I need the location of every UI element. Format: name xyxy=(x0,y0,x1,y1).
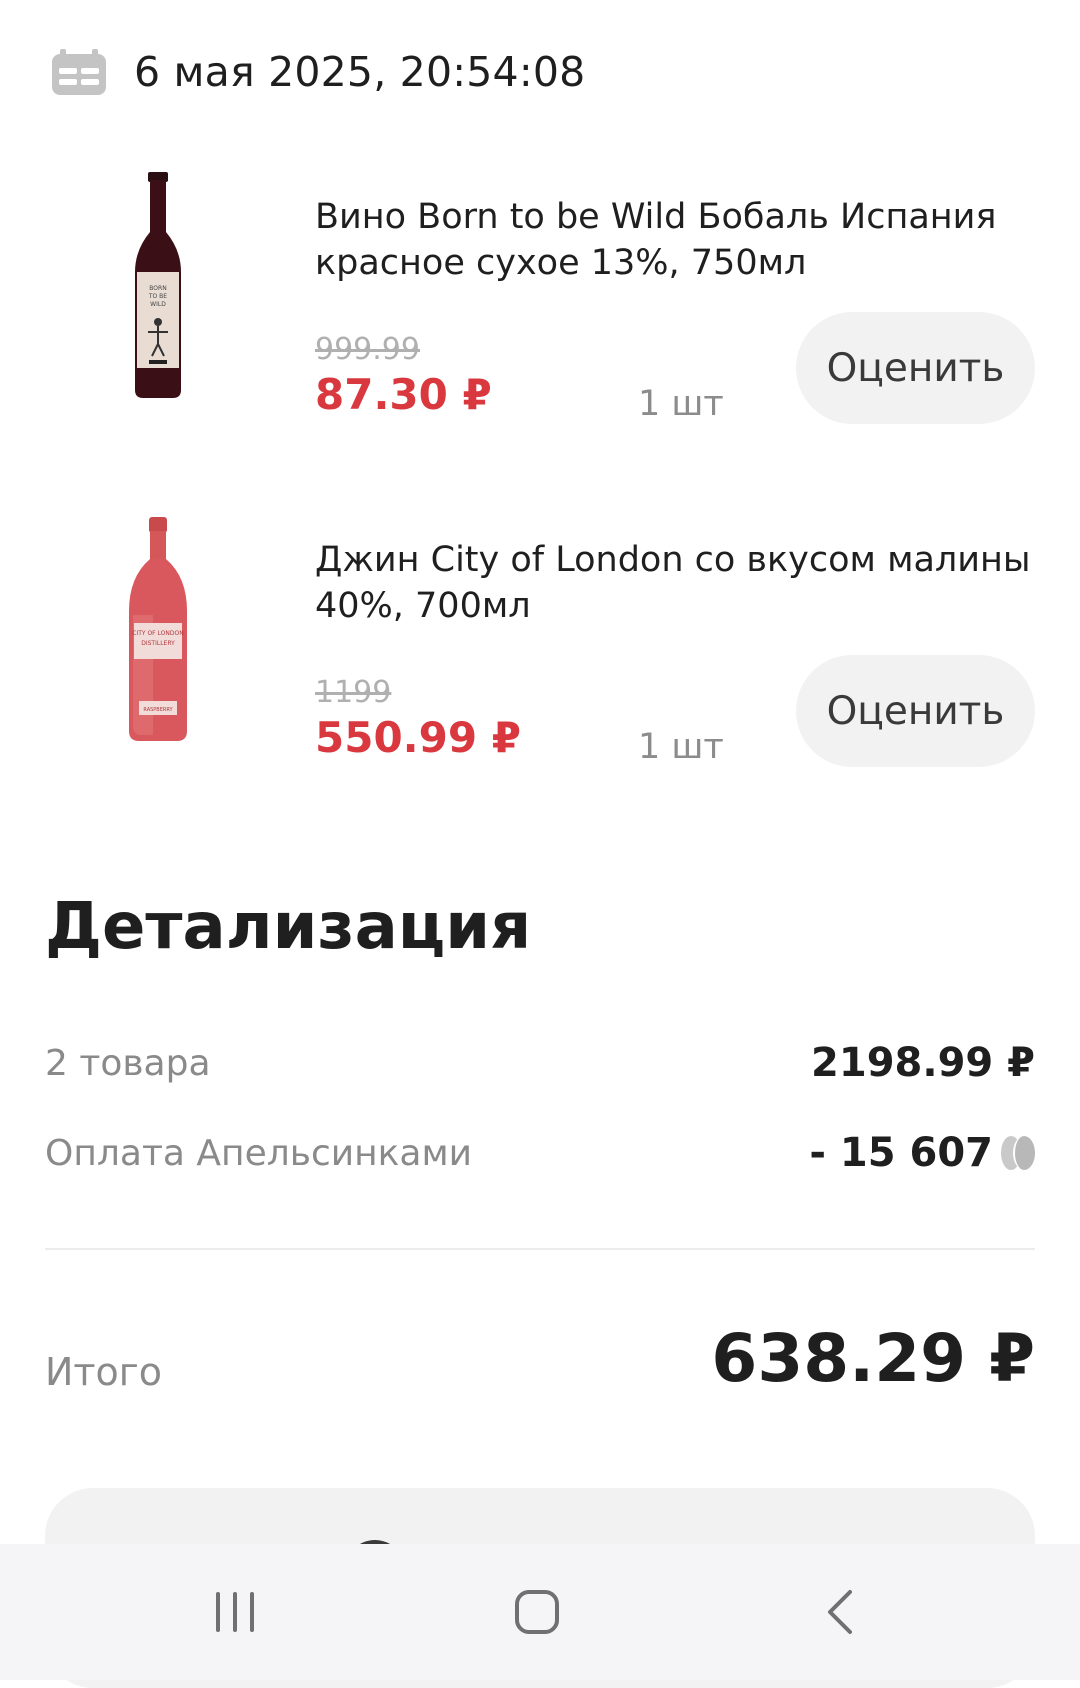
wine-bottle-image: BORN TO BE WILD xyxy=(95,172,220,422)
total-value: 638.29 ₽ xyxy=(711,1320,1035,1397)
svg-text:TO BE: TO BE xyxy=(147,293,166,300)
recent-apps-button[interactable] xyxy=(155,1544,315,1680)
item-quantity: 1 шт xyxy=(638,727,724,767)
row-value: - 15 607 xyxy=(809,1130,993,1176)
item-old-price: 999.99 xyxy=(315,332,420,367)
svg-text:DISTILLERY: DISTILLERY xyxy=(141,640,175,647)
back-button[interactable] xyxy=(760,1544,920,1680)
order-item: BORN TO BE WILD Вино Born to be Wild Боб… xyxy=(0,172,1080,472)
divider xyxy=(45,1248,1035,1250)
row-label: 2 товара xyxy=(45,1042,211,1084)
order-date: 6 мая 2025, 20:54:08 xyxy=(134,48,586,96)
details-heading: Детализация xyxy=(45,890,532,964)
item-price: 87.30 ₽ xyxy=(315,370,492,419)
details-row-items: 2 товара 2198.99 ₽ xyxy=(45,1040,1035,1086)
item-quantity: 1 шт xyxy=(638,384,724,424)
order-date-row: 6 мая 2025, 20:54:08 xyxy=(52,44,585,100)
rate-button[interactable]: Оценить xyxy=(796,655,1035,767)
row-value-wrapper: - 15 607 xyxy=(809,1130,1035,1176)
svg-text:WILD: WILD xyxy=(150,301,166,308)
order-item: CITY OF LONDON DISTILLERY RASPBERRY Джин… xyxy=(0,515,1080,815)
item-title[interactable]: Вино Born to be Wild Бобаль Испания крас… xyxy=(315,194,1045,286)
coin-icon xyxy=(1001,1134,1035,1172)
home-icon xyxy=(515,1590,559,1634)
calendar-icon xyxy=(52,49,106,95)
back-icon xyxy=(828,1590,852,1634)
system-navigation-bar xyxy=(0,1544,1080,1680)
details-row-oranges-payment: Оплата Апельсинками - 15 607 xyxy=(45,1130,1035,1176)
svg-text:CITY OF LONDON: CITY OF LONDON xyxy=(132,630,183,637)
recent-apps-icon xyxy=(216,1592,254,1632)
rate-button[interactable]: Оценить xyxy=(796,312,1035,424)
row-value: 2198.99 ₽ xyxy=(811,1040,1035,1086)
item-price: 550.99 ₽ xyxy=(315,713,521,762)
row-label: Оплата Апельсинками xyxy=(45,1132,473,1174)
total-label: Итого xyxy=(45,1350,163,1394)
home-button[interactable] xyxy=(457,1544,617,1680)
gin-bottle-image: CITY OF LONDON DISTILLERY RASPBERRY xyxy=(95,515,220,765)
item-title[interactable]: Джин City of London со вкусом малины 40%… xyxy=(315,537,1045,629)
item-old-price: 1199 xyxy=(315,675,392,710)
svg-text:BORN: BORN xyxy=(149,285,166,292)
svg-text:RASPBERRY: RASPBERRY xyxy=(143,707,173,713)
